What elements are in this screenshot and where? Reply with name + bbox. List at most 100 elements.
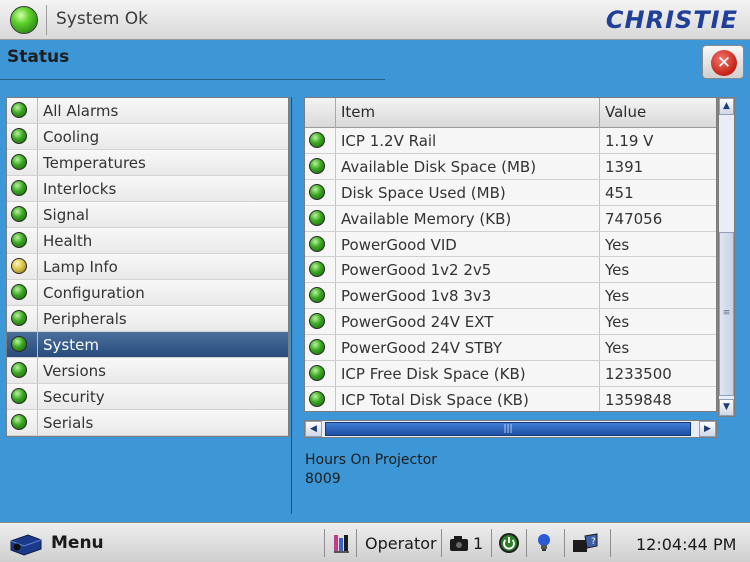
table-row[interactable]: ICP 1.2V Rail 1.19 V xyxy=(305,128,716,154)
scroll-left-button[interactable]: ◀ xyxy=(305,421,322,437)
table-row[interactable]: PowerGood 24V EXT Yes xyxy=(305,309,716,336)
nav-item-versions[interactable]: Versions xyxy=(7,358,288,384)
scroll-up-button[interactable]: ▲ xyxy=(719,98,734,115)
divider xyxy=(599,257,600,283)
svg-text:?: ? xyxy=(591,537,596,547)
table-row[interactable]: PowerGood 1v8 3v3 Yes xyxy=(305,283,716,310)
column-header-item[interactable]: Item xyxy=(341,103,375,121)
row-value: Yes xyxy=(605,261,630,280)
green-led-icon xyxy=(11,180,27,196)
row-item: ICP 1.2V Rail xyxy=(341,132,437,150)
scroll-right-button[interactable]: ▶ xyxy=(699,421,716,437)
column-header-value[interactable]: Value xyxy=(605,103,646,121)
divider xyxy=(599,205,600,231)
divider xyxy=(37,280,38,305)
nav-item-signal[interactable]: Signal xyxy=(7,202,288,228)
nav-item-cooling[interactable]: Cooling xyxy=(7,124,288,150)
divider xyxy=(564,529,565,557)
nav-item-label: Health xyxy=(43,232,93,250)
nav-item-label: All Alarms xyxy=(43,102,119,120)
green-led-icon xyxy=(309,235,325,252)
divider xyxy=(324,529,325,557)
row-value: Yes xyxy=(605,287,630,306)
divider xyxy=(599,153,600,179)
table-row[interactable]: Disk Space Used (MB) 451 xyxy=(305,179,716,206)
row-item: Disk Space Used (MB) xyxy=(341,183,506,202)
nav-item-lamp-info[interactable]: Lamp Info xyxy=(7,254,288,280)
divider xyxy=(46,5,47,35)
divider xyxy=(37,176,38,201)
nav-item-label: Versions xyxy=(43,362,106,380)
divider xyxy=(335,98,336,128)
divider xyxy=(599,309,600,335)
table-row[interactable]: ICP Free Disk Space (KB) 1233500 xyxy=(305,361,716,387)
nav-item-all-alarms[interactable]: All Alarms xyxy=(7,98,288,124)
green-led-icon xyxy=(11,284,27,300)
divider xyxy=(599,386,600,411)
user-icon[interactable] xyxy=(331,532,353,554)
green-led-icon xyxy=(309,287,325,304)
divider xyxy=(335,205,336,231)
green-led-icon xyxy=(309,157,325,174)
yellow-led-icon xyxy=(11,258,27,274)
scrollbar-thumb[interactable]: ≡ xyxy=(719,232,734,396)
divider xyxy=(335,257,336,283)
divider xyxy=(335,386,336,411)
hours-on-projector-label: Hours On Projector xyxy=(305,452,438,468)
menu-button[interactable]: Menu xyxy=(51,533,104,553)
green-led-icon xyxy=(309,261,325,278)
horizontal-scrollbar[interactable]: ◀ ||| ▶ xyxy=(304,420,717,438)
vertical-scrollbar[interactable]: ▲ ≡ ▼ xyxy=(718,97,735,417)
user-role-label[interactable]: Operator xyxy=(365,534,437,553)
green-led-icon xyxy=(11,232,27,248)
row-value: Yes xyxy=(605,235,630,254)
divider xyxy=(599,128,600,153)
nav-item-serials[interactable]: Serials xyxy=(7,410,288,436)
table-header: Item Value xyxy=(305,98,716,128)
table-row[interactable]: PowerGood 24V STBY Yes xyxy=(305,335,716,362)
nav-item-system[interactable]: System xyxy=(7,332,288,358)
nav-item-interlocks[interactable]: Interlocks xyxy=(7,176,288,202)
nav-item-temperatures[interactable]: Temperatures xyxy=(7,150,288,176)
nav-item-health[interactable]: Health xyxy=(7,228,288,254)
nav-item-configuration[interactable]: Configuration xyxy=(7,280,288,306)
divider xyxy=(37,358,38,383)
table-row[interactable]: PowerGood 1v2 2v5 Yes xyxy=(305,257,716,284)
green-led-icon xyxy=(309,339,325,356)
row-item: PowerGood VID xyxy=(341,235,457,254)
nav-item-peripherals[interactable]: Peripherals xyxy=(7,306,288,332)
green-led-icon xyxy=(11,128,27,144)
close-button[interactable]: ✕ xyxy=(702,45,744,79)
power-icon[interactable] xyxy=(498,532,520,554)
divider xyxy=(37,332,38,357)
row-value: 1359848 xyxy=(605,390,672,409)
scroll-down-button[interactable]: ▼ xyxy=(719,399,734,416)
row-value: Yes xyxy=(605,339,630,358)
scrollbar-thumb[interactable]: ||| xyxy=(325,422,691,436)
table-row[interactable]: PowerGood VID Yes xyxy=(305,231,716,258)
table-row[interactable]: Available Disk Space (MB) 1391 xyxy=(305,153,716,180)
projector-icon[interactable] xyxy=(8,531,44,557)
nav-item-label: Security xyxy=(43,388,105,406)
table-row[interactable]: ICP Total Disk Space (KB) 1359848 xyxy=(305,386,716,411)
camera-icon[interactable] xyxy=(448,532,470,554)
table-row[interactable]: Available Memory (KB) 747056 xyxy=(305,205,716,232)
row-value: 1391 xyxy=(605,157,644,176)
divider xyxy=(599,179,600,205)
page-title: Status xyxy=(7,47,70,67)
divider xyxy=(335,309,336,335)
nav-item-security[interactable]: Security xyxy=(7,384,288,410)
lightbulb-icon[interactable] xyxy=(533,532,555,554)
row-item: ICP Total Disk Space (KB) xyxy=(341,390,529,409)
divider xyxy=(335,153,336,179)
divider xyxy=(37,150,38,175)
divider xyxy=(0,79,385,80)
row-item: PowerGood 1v2 2v5 xyxy=(341,261,492,280)
green-led-icon xyxy=(11,206,27,222)
divider xyxy=(356,529,357,557)
help-icon[interactable]: ? xyxy=(571,532,601,554)
panel-divider xyxy=(291,97,292,514)
nav-item-label: System xyxy=(43,336,99,354)
divider xyxy=(37,228,38,253)
divider xyxy=(335,283,336,309)
